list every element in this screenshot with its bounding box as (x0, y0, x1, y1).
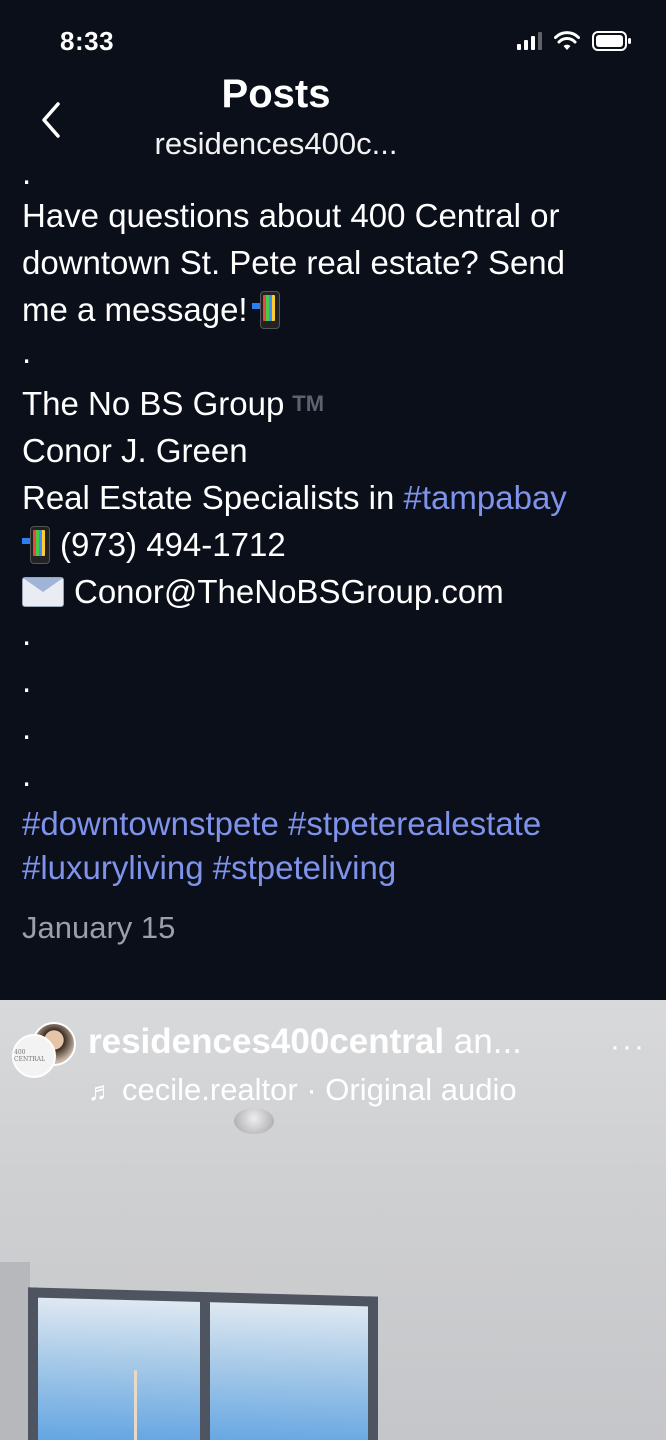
hashtag-link[interactable]: #stpeteliving (213, 849, 396, 886)
hashtag-line: #luxuryliving #stpeteliving (22, 844, 642, 891)
agent-name: Conor J. Green (22, 432, 248, 469)
reel-video-preview[interactable] (0, 1000, 666, 1440)
group-name: The No BS Group (22, 385, 285, 422)
mobile-phone-arrow-emoji-icon (251, 291, 280, 329)
hashtag-link[interactable]: #downtownstpete (22, 805, 279, 842)
caption-line: Have questions about 400 Central or (22, 197, 560, 234)
wall-section (0, 1262, 30, 1440)
phone-number: (973) 494-1712 (60, 526, 286, 563)
trademark-symbol: TM (292, 391, 325, 416)
hashtag-link[interactable]: #tampabay (404, 479, 567, 516)
reel-username[interactable]: residences400central an... (88, 1022, 522, 1062)
hashtag-link[interactable]: #luxuryliving (22, 849, 204, 886)
caption-dot: . (22, 333, 32, 370)
caption-dot: . (22, 756, 32, 793)
more-options-icon[interactable]: ··· (610, 1030, 646, 1064)
status-icons (517, 30, 632, 52)
caption-text: me a message! (22, 291, 248, 328)
envelope-emoji-icon (22, 577, 64, 607)
caption-line: me a message! (22, 286, 642, 333)
mobile-phone-arrow-emoji-icon (22, 526, 50, 564)
window-view (28, 1287, 378, 1440)
email-address: Conor@TheNoBSGroup.com (74, 573, 504, 610)
caption-dot: . (22, 709, 32, 746)
caption-text: Real Estate Specialists in (22, 479, 404, 516)
phone-line: (973) 494-1712 (22, 521, 642, 568)
nav-header: Posts residences400c... (0, 68, 666, 168)
audio-label: cecile.realtor · Original audio (122, 1072, 517, 1107)
battery-icon (592, 31, 631, 51)
avatar[interactable]: 400 CENTRAL (12, 1022, 76, 1080)
username-suffix: an... (444, 1022, 522, 1061)
caption-line: The No BS Group TM (22, 380, 642, 427)
page-title: Posts (221, 72, 331, 116)
hashtag-line: #downtownstpete #stpeterealestate (22, 800, 642, 847)
wifi-icon (554, 31, 580, 50)
post-caption: . Have questions about 400 Central or do… (22, 154, 642, 891)
cellular-signal-icon (517, 32, 542, 50)
caption-dot: . (22, 615, 32, 652)
reel-audio[interactable]: ♬ cecile.realtor · Original audio (88, 1072, 517, 1108)
status-time: 8:33 (60, 26, 115, 56)
window-mullion (200, 1301, 210, 1440)
email-line: Conor@TheNoBSGroup.com (22, 568, 642, 615)
caption-line: downtown St. Pete real estate? Send (22, 244, 566, 281)
username-bold: residences400central (88, 1022, 445, 1061)
ceiling-light (234, 1108, 274, 1134)
caption-dot: . (22, 154, 32, 191)
crane (134, 1370, 137, 1440)
music-note-icon: ♬ (88, 1076, 114, 1106)
hashtag-link[interactable]: #stpeterealestate (288, 805, 541, 842)
account-avatar-logo: 400 CENTRAL (12, 1034, 56, 1078)
caption-dot: . (22, 662, 32, 699)
caption-line: Real Estate Specialists in #tampabay (22, 474, 642, 521)
page-subtitle-username[interactable]: residences400c... (0, 126, 552, 162)
post-date: January 15 (22, 910, 176, 945)
